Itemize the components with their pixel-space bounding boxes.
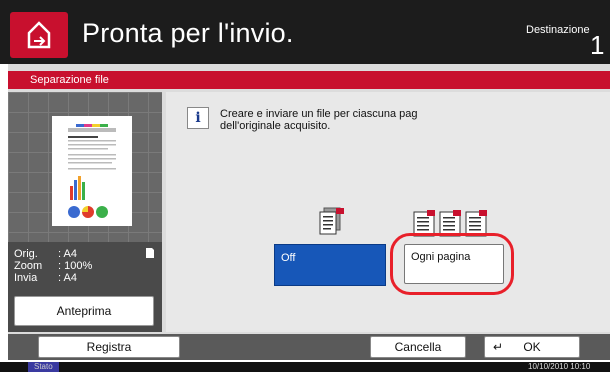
info-row-zoom: Zoom: 100% — [14, 260, 93, 272]
info-row-invia: Invia: A4 — [14, 272, 77, 284]
ok-label: OK — [523, 340, 541, 354]
preview-panel — [8, 92, 162, 242]
section-title: Separazione file — [8, 71, 610, 89]
datetime-display: 10/10/2010 10:10 — [528, 362, 591, 371]
register-button[interactable]: Registra — [38, 336, 180, 358]
destination-count: 1 — [590, 30, 605, 60]
enter-icon: ↵ — [493, 340, 504, 354]
info-icon: i — [187, 107, 209, 129]
document-thumbnail — [52, 116, 132, 226]
highlight-circle — [390, 233, 514, 295]
page-orientation-icon — [146, 248, 154, 258]
preview-button[interactable]: Anteprima — [14, 296, 154, 326]
page-title: Pronta per l'invio. — [82, 18, 294, 48]
home-send-icon — [27, 21, 51, 49]
header-bar: Pronta per l'invio. Destinazione 1 — [0, 0, 610, 64]
home-button[interactable] — [10, 12, 68, 58]
instruction-message: Creare e inviare un file per ciascuna pa… — [220, 108, 520, 132]
document-preview-image — [68, 124, 116, 218]
single-file-icon — [319, 207, 344, 235]
cancel-button[interactable]: Cancella — [370, 336, 466, 358]
status-bar — [0, 362, 610, 372]
destination-label: Destinazione — [526, 24, 590, 36]
off-option-button[interactable]: Off — [274, 244, 386, 286]
ok-button[interactable]: ↵ OK — [484, 336, 580, 358]
info-row-orig: Orig.: A4 — [14, 248, 77, 260]
status-button[interactable]: Stato — [28, 362, 59, 372]
message-line-1: Creare e inviare un file per ciascuna pa… — [220, 108, 418, 120]
message-line-2: dell'originale acquisito. — [220, 120, 331, 132]
